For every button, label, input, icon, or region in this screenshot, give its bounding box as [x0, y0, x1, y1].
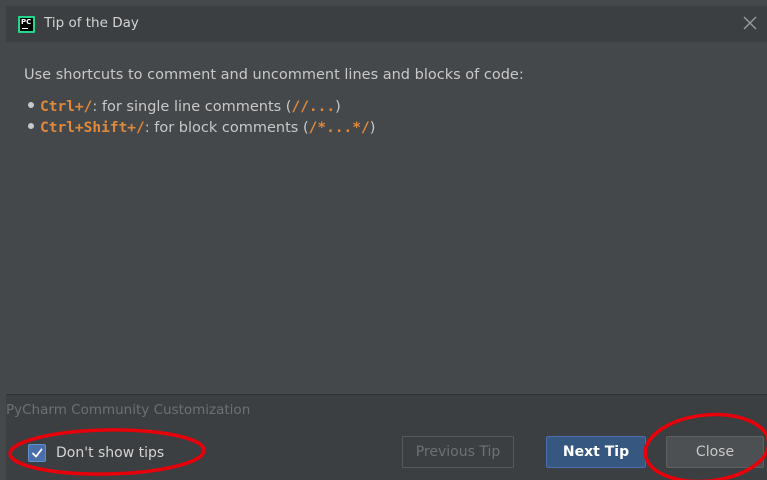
- tip-list: Ctrl+/: for single line comments (//...)…: [28, 97, 375, 139]
- product-name: PyCharm Community Customization: [6, 402, 251, 418]
- tip-of-the-day-dialog: PC Tip of the Day Use shortcuts to comme…: [0, 0, 767, 480]
- title-bar: PC Tip of the Day: [6, 6, 767, 42]
- dont-show-tips-label[interactable]: Don't show tips: [56, 445, 164, 461]
- list-item-suffix: ): [335, 99, 341, 115]
- comment-syntax-code: /*...*/: [308, 120, 370, 136]
- bullet-icon: [28, 102, 34, 108]
- comment-syntax-code: //...: [291, 99, 336, 115]
- list-item: Ctrl+Shift+/: for block comments (/*...*…: [28, 118, 375, 139]
- bullet-icon: [28, 123, 34, 129]
- list-item-text: : for block comments (: [144, 120, 309, 136]
- list-item-text: : for single line comments (: [92, 99, 292, 115]
- close-icon[interactable]: [739, 12, 761, 34]
- shortcut-code: Ctrl+Shift+/: [40, 120, 145, 136]
- pycharm-icon: PC: [18, 16, 35, 33]
- tip-headline: Use shortcuts to comment and uncomment l…: [24, 67, 524, 83]
- previous-tip-button[interactable]: Previous Tip: [402, 436, 514, 468]
- divider: [6, 394, 767, 395]
- next-tip-button[interactable]: Next Tip: [546, 436, 646, 468]
- checkbox-checked-icon[interactable]: [28, 444, 46, 462]
- tip-content: Use shortcuts to comment and uncomment l…: [6, 42, 767, 394]
- dont-show-tips-checkbox[interactable]: Don't show tips: [28, 442, 164, 464]
- list-item-suffix: ): [369, 120, 376, 136]
- shortcut-code: Ctrl+/: [40, 99, 93, 115]
- dialog-footer: PyCharm Community Customization Don't sh…: [6, 394, 767, 480]
- close-button[interactable]: Close: [666, 436, 764, 468]
- dialog-title: Tip of the Day: [44, 15, 139, 31]
- list-item: Ctrl+/: for single line comments (//...): [28, 97, 375, 118]
